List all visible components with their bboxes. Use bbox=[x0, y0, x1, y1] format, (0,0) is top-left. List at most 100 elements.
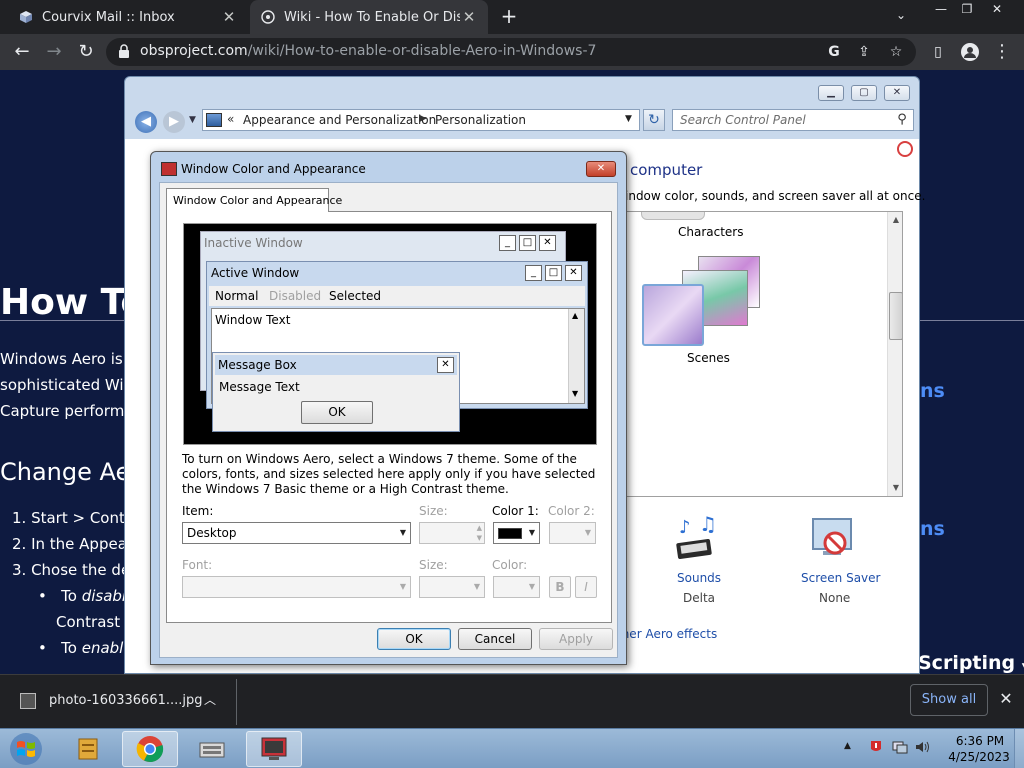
minimize-icon: _ bbox=[499, 235, 516, 251]
tab-obs-wiki[interactable]: Wiki - How To Enable Or Disable ✕ bbox=[250, 0, 488, 34]
close-window-icon[interactable]: ✕ bbox=[982, 0, 1012, 18]
network-icon[interactable] bbox=[892, 739, 908, 755]
appearance-preview[interactable]: Inactive Window _ □ ✕ Active Window _ □ … bbox=[183, 223, 597, 445]
bold-button[interactable]: B bbox=[549, 576, 571, 598]
tab-search-icon[interactable]: ⌄ bbox=[896, 8, 914, 22]
menu-disabled[interactable]: Disabled bbox=[269, 289, 321, 303]
menu-kebab-icon[interactable]: ⋮ bbox=[990, 40, 1014, 64]
windows-start-icon[interactable] bbox=[6, 731, 46, 767]
sidebar-link-fragment[interactable]: ns bbox=[920, 380, 945, 402]
preview-menu-bar[interactable]: Normal Disabled Selected bbox=[209, 286, 585, 306]
chevron-up-icon[interactable]: ︿ bbox=[204, 691, 216, 708]
theme-gallery-scrollbar[interactable]: ▲ ▼ bbox=[887, 212, 902, 496]
share-icon[interactable]: ⇪ bbox=[854, 42, 874, 62]
breadcrumb-appearance[interactable]: Appearance and Personalization bbox=[243, 113, 436, 127]
clock-time[interactable]: 6:36 PM bbox=[950, 734, 1010, 748]
minimize-icon[interactable]: ▁ bbox=[818, 85, 844, 101]
restore-icon[interactable]: ❐ bbox=[952, 0, 982, 18]
forward-arrow-icon[interactable]: ▶ bbox=[163, 111, 185, 133]
taskbar-chrome[interactable] bbox=[122, 731, 178, 767]
show-desktop-button[interactable] bbox=[1014, 729, 1024, 768]
scroll-down-icon[interactable]: ▼ bbox=[888, 480, 902, 496]
size-spinner[interactable]: ▲ ▼ bbox=[419, 522, 485, 544]
size-label: Size: bbox=[419, 504, 448, 518]
tab-window-color-appearance[interactable]: Window Color and Appearance bbox=[166, 188, 342, 212]
search-icon[interactable]: ⚲ bbox=[893, 112, 911, 128]
taskbar-file-explorer[interactable] bbox=[60, 731, 116, 767]
cancel-button[interactable]: Cancel bbox=[458, 628, 532, 650]
scripting-label: Scripting bbox=[918, 652, 1016, 674]
refresh-icon[interactable]: ↻ bbox=[643, 109, 665, 131]
reload-icon[interactable]: ↻ bbox=[74, 40, 98, 64]
close-tab-icon[interactable]: ✕ bbox=[220, 8, 238, 26]
aero-effects-link[interactable]: ther Aero effects bbox=[617, 627, 717, 641]
bookmark-star-icon[interactable]: ☆ bbox=[886, 42, 906, 62]
color1-picker[interactable]: ▼ bbox=[493, 522, 540, 544]
clock-date[interactable]: 4/25/2023 bbox=[944, 750, 1014, 764]
side-panel-icon[interactable]: ▯ bbox=[926, 40, 950, 64]
action-center-flag-icon[interactable] bbox=[868, 739, 884, 755]
profile-avatar-icon[interactable] bbox=[958, 40, 982, 64]
message-box-ok-button[interactable]: OK bbox=[301, 401, 373, 424]
forward-arrow-icon[interactable]: → bbox=[42, 40, 66, 64]
download-filename[interactable]: photo-160336661....jpg bbox=[49, 693, 203, 708]
close-icon[interactable]: ✕ bbox=[586, 161, 616, 177]
maximize-icon[interactable]: ▢ bbox=[851, 85, 877, 101]
address-bar[interactable]: obsproject.com/wiki/How-to-enable-or-dis… bbox=[106, 38, 916, 66]
image-file-icon[interactable] bbox=[20, 693, 36, 709]
sidebar-link-fragment[interactable]: ns bbox=[920, 518, 945, 540]
close-download-bar-icon[interactable]: ✕ bbox=[996, 689, 1016, 709]
show-all-downloads-button[interactable]: Show all bbox=[910, 684, 988, 716]
screen-saver-link[interactable]: Screen Saver bbox=[801, 571, 880, 585]
menu-selected[interactable]: Selected bbox=[329, 289, 381, 303]
font-dropdown[interactable]: ▼ bbox=[182, 576, 411, 598]
recent-pages-dropdown-icon[interactable]: ▼ bbox=[189, 115, 196, 125]
preview-scrollbar[interactable]: ▲ ▼ bbox=[568, 309, 584, 403]
volume-icon[interactable] bbox=[914, 739, 930, 755]
section-heading: Change Ae bbox=[0, 458, 131, 486]
new-tab-button[interactable]: + bbox=[498, 6, 520, 28]
breadcrumb-arrow-icon[interactable]: ▶ bbox=[419, 113, 427, 124]
back-arrow-icon[interactable]: ← bbox=[10, 40, 34, 64]
color1-label: Color 1: bbox=[492, 504, 539, 518]
theme-label-scenes[interactable]: Scenes bbox=[687, 351, 730, 365]
font-color-picker[interactable]: ▼ bbox=[493, 576, 540, 598]
address-dropdown-icon[interactable]: ▼ bbox=[625, 114, 632, 124]
font-size-dropdown[interactable]: ▼ bbox=[419, 576, 485, 598]
italic-button[interactable]: I bbox=[575, 576, 597, 598]
breadcrumb-personalization[interactable]: Personalization bbox=[435, 113, 526, 127]
search-control-panel-input[interactable]: Search Control Panel ⚲ bbox=[672, 109, 914, 131]
close-tab-icon[interactable]: ✕ bbox=[460, 8, 478, 26]
paragraph-line: Windows Aero is bbox=[0, 350, 123, 368]
tray-overflow-icon[interactable]: ▲ bbox=[844, 741, 851, 751]
scroll-up-icon[interactable]: ▲ bbox=[888, 212, 902, 228]
theme-thumbnail-characters[interactable] bbox=[641, 212, 705, 220]
sounds-icon[interactable]: ♪ ♫ bbox=[671, 512, 721, 563]
back-arrow-icon[interactable]: ◀ bbox=[135, 111, 157, 133]
taskbar-control-panel[interactable] bbox=[246, 731, 302, 767]
browser-tab-strip: Courvix Mail :: Inbox ✕ Wiki - How To En… bbox=[0, 0, 1024, 34]
theme-label-characters[interactable]: Characters bbox=[678, 225, 744, 239]
display-settings-icon bbox=[261, 737, 287, 760]
scene-card-front bbox=[642, 284, 704, 346]
screen-saver-icon[interactable] bbox=[809, 515, 857, 563]
preview-message-box[interactable]: Message Box ✕ Message Text OK bbox=[212, 352, 460, 432]
scrollbar-thumb[interactable] bbox=[889, 292, 902, 340]
breadcrumb-overflow-icon[interactable]: « bbox=[227, 112, 234, 126]
tab-courvix-mail[interactable]: Courvix Mail :: Inbox ✕ bbox=[8, 0, 248, 34]
sidebar-heading-scripting[interactable]: Scripting ▼ bbox=[918, 652, 1024, 674]
control-panel-address-bar[interactable]: « Appearance and Personalization ▶ Perso… bbox=[202, 109, 640, 131]
ok-button[interactable]: OK bbox=[377, 628, 451, 650]
menu-normal[interactable]: Normal bbox=[215, 289, 258, 303]
google-lens-icon[interactable]: G bbox=[824, 42, 844, 62]
theme-gallery: Characters Scenes ▲ ▼ bbox=[625, 211, 903, 497]
help-icon[interactable] bbox=[897, 141, 913, 157]
apply-button[interactable]: Apply bbox=[539, 628, 613, 650]
close-icon[interactable]: ✕ bbox=[884, 85, 910, 101]
sounds-link[interactable]: Sounds bbox=[677, 571, 721, 585]
color2-picker[interactable]: ▼ bbox=[549, 522, 596, 544]
bullet-prefix: To bbox=[61, 587, 82, 605]
theme-thumbnail-scenes[interactable] bbox=[642, 252, 766, 346]
item-dropdown[interactable]: Desktop ▼ bbox=[182, 522, 411, 544]
taskbar-app-keyboard[interactable] bbox=[184, 731, 240, 767]
